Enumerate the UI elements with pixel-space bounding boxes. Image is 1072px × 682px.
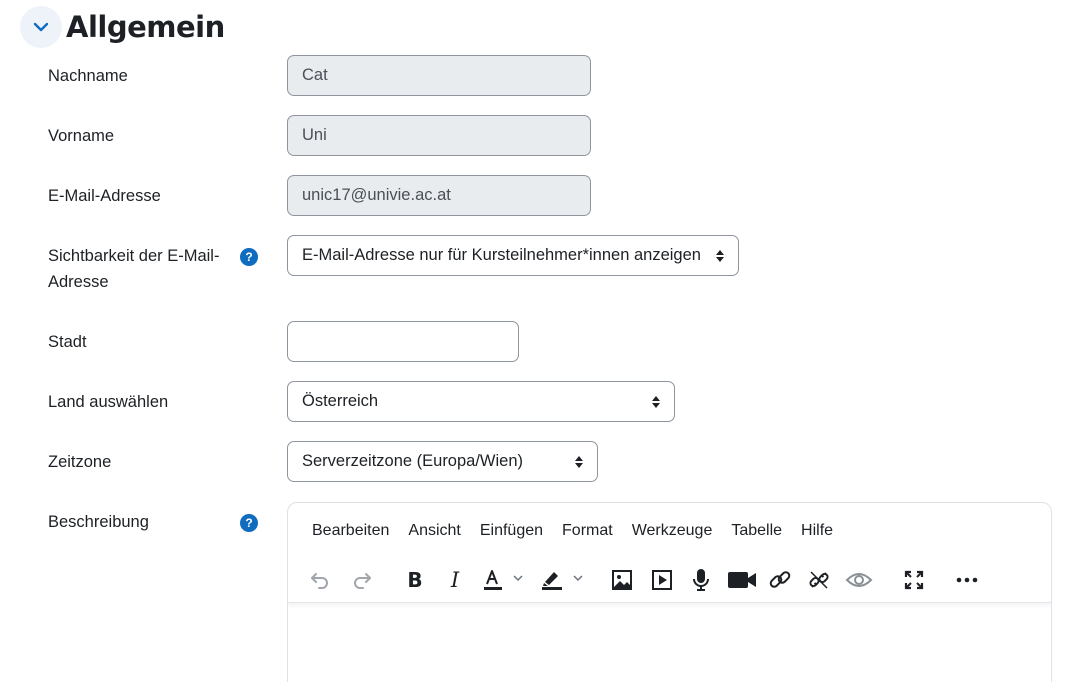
redo-button[interactable] xyxy=(350,565,374,595)
record-audio-button[interactable] xyxy=(690,565,712,595)
editor-content-area[interactable] xyxy=(288,604,1051,682)
email-value: unic17@univie.ac.at xyxy=(302,186,451,204)
lastname-field[interactable]: Cat xyxy=(287,55,591,96)
video-camera-icon xyxy=(728,572,756,588)
menu-werkzeuge[interactable]: Werkzeuge xyxy=(613,517,713,545)
email-visibility-label-line1: Sichtbarkeit der E-Mail- xyxy=(48,247,220,265)
image-button[interactable] xyxy=(610,565,634,595)
undo-icon xyxy=(311,573,328,589)
lastname-value: Cat xyxy=(302,66,328,84)
section-title: Allgemein xyxy=(66,10,225,44)
section-collapse-button[interactable] xyxy=(20,6,62,48)
highlight-icon xyxy=(542,572,583,590)
firstname-field[interactable]: Uni xyxy=(287,115,591,156)
email-visibility-value: E-Mail-Adresse nur für Kursteilnehmer*in… xyxy=(302,246,701,264)
bold-button[interactable]: B xyxy=(404,565,426,595)
email-visibility-select[interactable]: E-Mail-Adresse nur für Kursteilnehmer*in… xyxy=(287,235,739,276)
redo-icon xyxy=(354,573,371,589)
select-caret-icon xyxy=(652,395,660,408)
text-color-icon xyxy=(484,570,523,590)
highlight-button[interactable] xyxy=(539,565,585,595)
editor-toolbar: B I xyxy=(288,559,1051,603)
country-value: Österreich xyxy=(302,392,379,410)
bold-icon: B xyxy=(407,568,423,592)
italic-button[interactable]: I xyxy=(444,565,466,595)
link-button[interactable] xyxy=(768,565,792,595)
help-icon[interactable]: ? xyxy=(240,248,258,266)
timezone-value: Serverzeitzone (Europa/Wien) xyxy=(302,452,524,470)
microphone-icon xyxy=(693,569,709,591)
chevron-down-icon xyxy=(33,22,49,32)
email-visibility-label-line2: Adresse xyxy=(48,273,109,291)
text-color-button[interactable] xyxy=(481,565,525,595)
undo-button[interactable] xyxy=(308,565,332,595)
menu-bearbeiten[interactable]: Bearbeiten xyxy=(288,517,389,545)
menu-hilfe[interactable]: Hilfe xyxy=(782,517,833,545)
city-label: Stadt xyxy=(48,333,87,351)
email-label: E-Mail-Adresse xyxy=(48,187,161,205)
unlink-button[interactable] xyxy=(807,565,831,595)
menu-ansicht[interactable]: Ansicht xyxy=(389,517,460,545)
timezone-label: Zeitzone xyxy=(48,453,112,471)
lastname-label: Nachname xyxy=(48,67,128,85)
email-field[interactable]: unic17@univie.ac.at xyxy=(287,175,591,216)
fullscreen-icon xyxy=(904,570,924,590)
more-icon xyxy=(956,577,978,583)
timezone-select[interactable]: Serverzeitzone (Europa/Wien) xyxy=(287,441,598,482)
image-icon xyxy=(612,570,632,590)
rich-text-editor: Bearbeiten Ansicht Einfügen Format Werkz… xyxy=(287,502,1052,682)
media-icon xyxy=(652,570,672,590)
preview-button[interactable] xyxy=(844,565,874,595)
email-visibility-label: Sichtbarkeit der E-Mail- Adresse xyxy=(48,243,219,295)
link-icon xyxy=(769,571,791,588)
menu-tabelle[interactable]: Tabelle xyxy=(712,517,782,545)
help-icon[interactable]: ? xyxy=(240,514,258,532)
city-input[interactable] xyxy=(287,321,519,362)
unlink-icon xyxy=(809,571,829,589)
select-caret-icon xyxy=(716,249,724,262)
section-header: Allgemein xyxy=(20,6,225,48)
description-label: Beschreibung xyxy=(48,513,149,531)
italic-icon: I xyxy=(450,568,460,592)
more-button[interactable] xyxy=(954,565,980,595)
editor-menubar: Bearbeiten Ansicht Einfügen Format Werkz… xyxy=(288,517,833,545)
select-caret-icon xyxy=(575,455,583,468)
preview-eye-icon xyxy=(845,573,873,587)
menu-einfuegen[interactable]: Einfügen xyxy=(461,517,543,545)
fullscreen-button[interactable] xyxy=(902,565,926,595)
media-button[interactable] xyxy=(650,565,674,595)
record-video-button[interactable] xyxy=(726,565,758,595)
country-select[interactable]: Österreich xyxy=(287,381,675,422)
firstname-label: Vorname xyxy=(48,127,115,145)
firstname-value: Uni xyxy=(302,126,327,144)
menu-format[interactable]: Format xyxy=(543,517,613,545)
country-label: Land auswählen xyxy=(48,393,169,411)
